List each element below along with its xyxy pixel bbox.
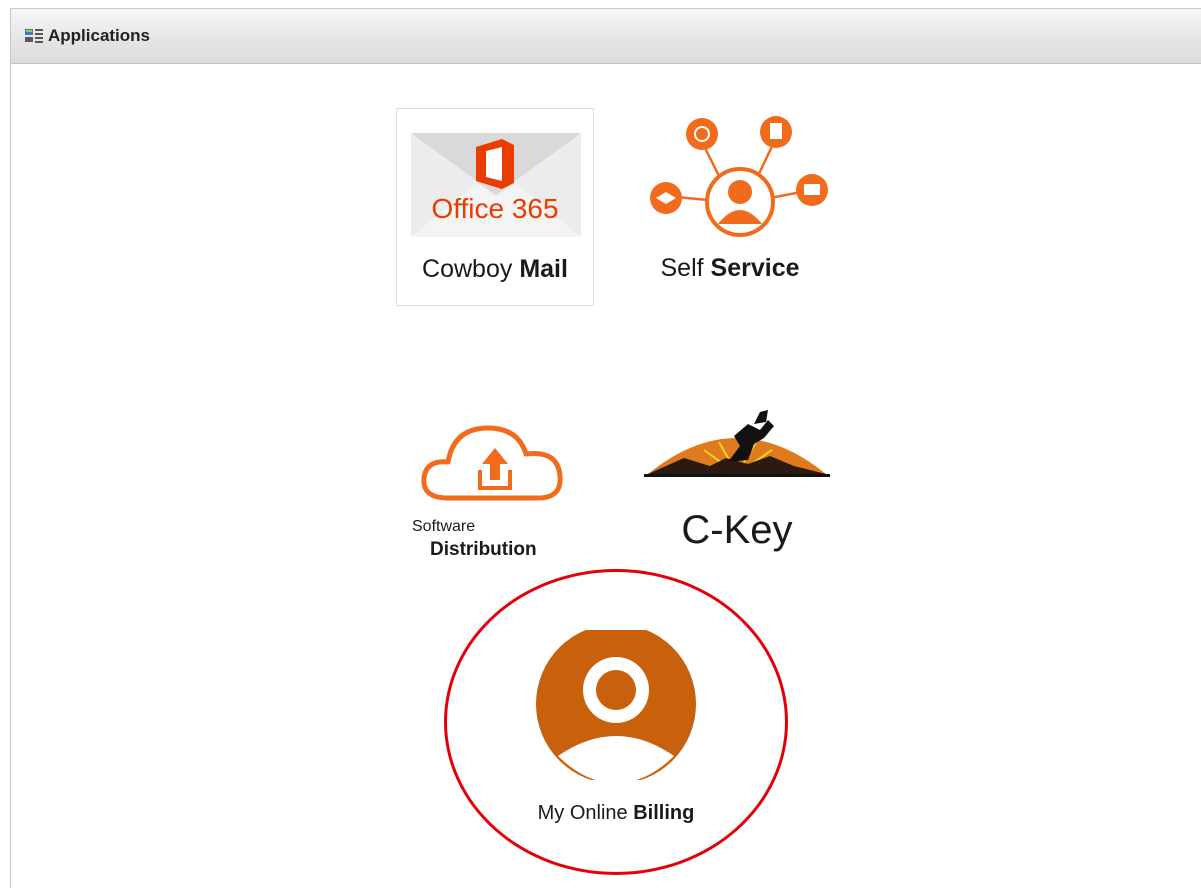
- panel-title: Applications: [48, 26, 151, 45]
- applications-list-icon: [25, 28, 43, 44]
- panel-header: Applications: [11, 9, 1201, 64]
- user-avatar-icon: [536, 630, 696, 780]
- my-online-billing-label: My Online Billing: [537, 802, 695, 824]
- my-online-billing-app[interactable]: My Online Billing: [516, 630, 716, 830]
- cowboy-mail-app[interactable]: Office 365 Cowboy Mail: [396, 108, 594, 306]
- bucking-bronco-sunset-icon: [644, 410, 830, 477]
- cowboy-mail-label: Cowboy Mail: [422, 255, 568, 283]
- distribution-label: Distribution: [430, 539, 537, 560]
- software-label: Software: [412, 518, 476, 535]
- cloud-upload-icon: [421, 425, 563, 501]
- software-distribution-app[interactable]: Software Distribution: [408, 418, 588, 568]
- self-service-network-icon: [650, 116, 828, 237]
- office365-logo-text: Office 365: [431, 193, 559, 224]
- c-key-app[interactable]: C-Key: [644, 402, 830, 562]
- self-service-label: Self Service: [660, 254, 800, 282]
- c-key-label: C-Key: [681, 508, 793, 552]
- self-service-app[interactable]: Self Service: [630, 110, 830, 306]
